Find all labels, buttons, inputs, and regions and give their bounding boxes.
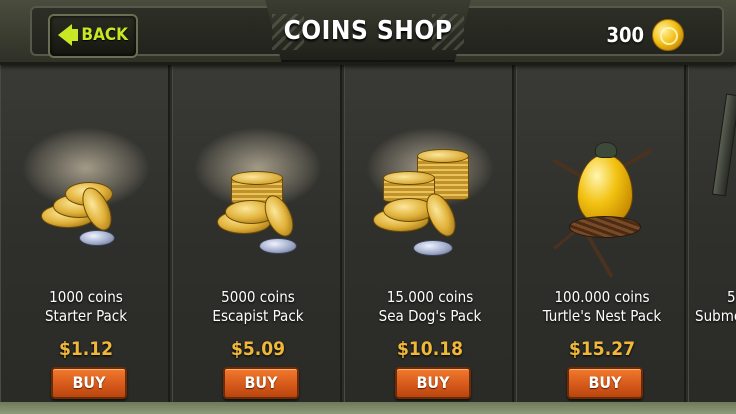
buy-button[interactable]: BUY xyxy=(395,367,471,399)
pack-name: Escapist Pack xyxy=(212,307,304,325)
pack-name: Starter Pack xyxy=(44,307,128,325)
coin-balance: 300 xyxy=(606,23,644,47)
pack-amount: 15.000 coins xyxy=(386,288,474,306)
back-arrow-icon xyxy=(58,23,72,46)
pack-amount: 1000 coins xyxy=(49,288,123,306)
coin-icon xyxy=(652,19,684,51)
buy-button[interactable]: BUY xyxy=(51,367,127,399)
bottom-strip xyxy=(0,402,736,414)
pack-card-partial[interactable]: 5 Submer xyxy=(688,58,736,402)
pack-name: Submer xyxy=(695,307,736,325)
golden-egg-nest-icon xyxy=(517,128,687,279)
back-button-label: BACK xyxy=(81,24,128,45)
pack-price: $10.18 xyxy=(397,338,463,360)
back-arrow-shaft xyxy=(72,28,79,41)
pack-card-starter[interactable]: 1000 coins Starter Pack $1.12 BUY xyxy=(0,58,170,402)
buy-button[interactable]: BUY xyxy=(567,367,643,399)
pack-name: Turtle's Nest Pack xyxy=(542,307,662,325)
submarine-art-icon xyxy=(711,93,736,197)
pack-name: Sea Dog's Pack xyxy=(378,307,482,325)
page-title: COINS SHOP xyxy=(283,16,453,46)
buy-button[interactable]: BUY xyxy=(223,367,299,399)
pack-card-turtles-nest[interactable]: 100.000 coins Turtle's Nest Pack $15.27 … xyxy=(516,58,686,402)
back-button[interactable]: BACK xyxy=(48,14,138,58)
pack-amount: 5 xyxy=(727,288,736,306)
pack-card-sea-dog[interactable]: 15.000 coins Sea Dog's Pack $10.18 BUY xyxy=(344,58,514,402)
pack-amount: 100.000 coins xyxy=(554,288,650,306)
pack-price: $5.09 xyxy=(230,338,286,360)
top-bar: COINS SHOP BACK 300 xyxy=(0,0,736,65)
back-button-content: BACK xyxy=(56,21,128,48)
pack-price: $1.12 xyxy=(58,338,114,360)
pack-price: $15.27 xyxy=(569,338,635,360)
pack-amount: 5000 coins xyxy=(221,288,295,306)
pack-card-escapist[interactable]: 5000 coins Escapist Pack $5.09 BUY xyxy=(172,58,342,402)
